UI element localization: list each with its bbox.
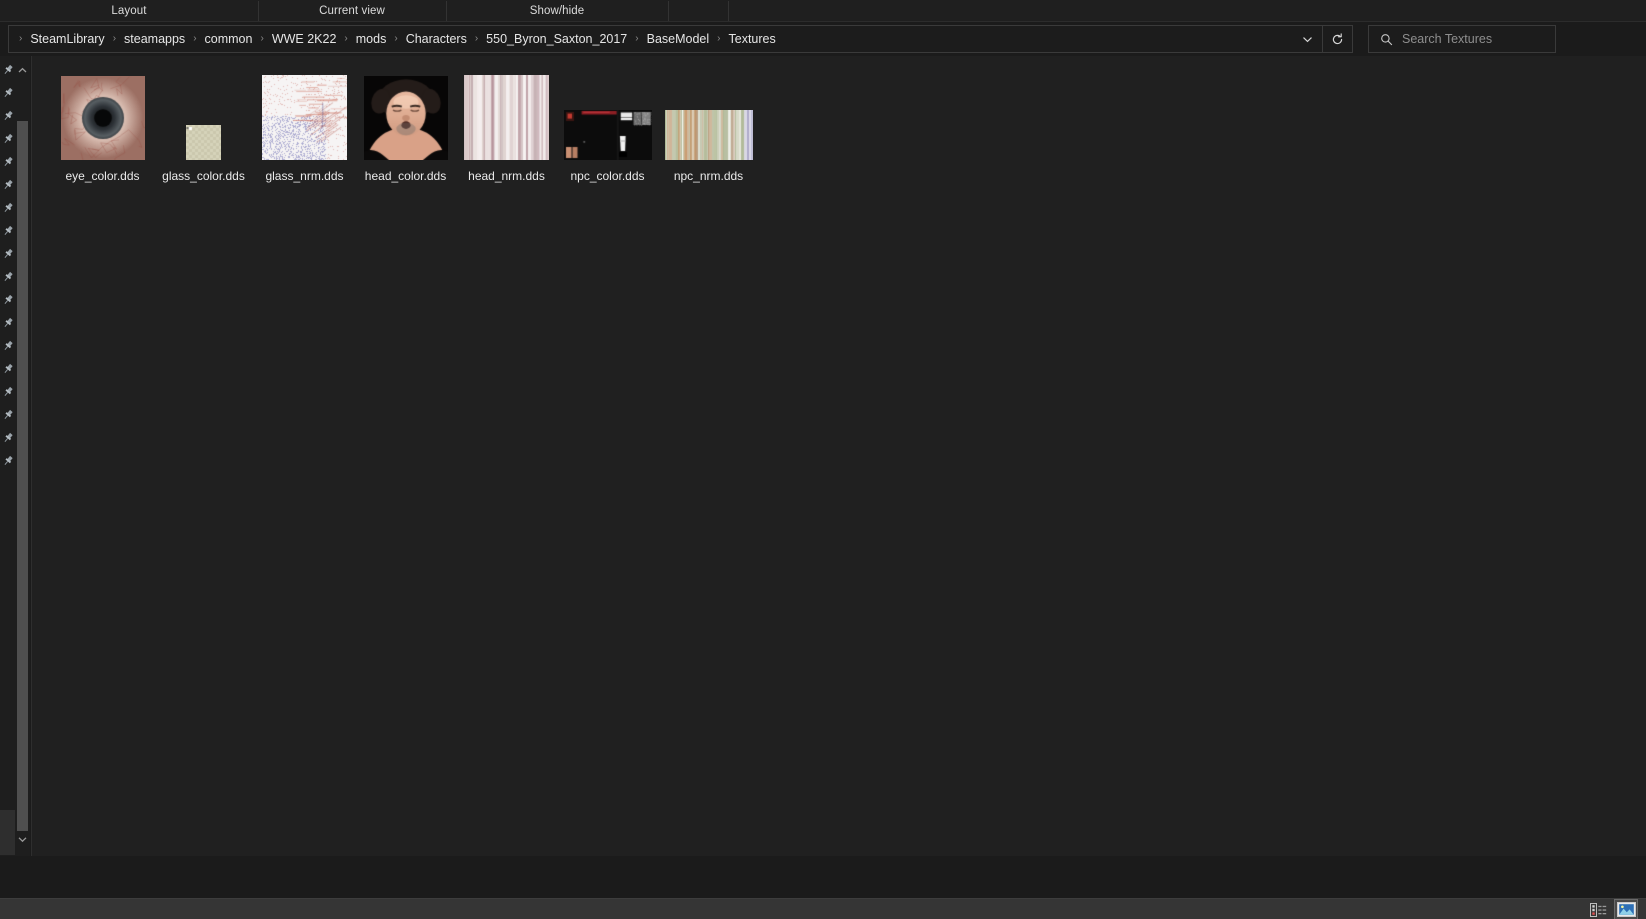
pin-icon[interactable]	[1, 385, 15, 399]
breadcrumb-chevron-icon[interactable]: ›	[711, 34, 726, 44]
chevron-down-icon[interactable]	[1292, 26, 1322, 52]
pin-icon[interactable]	[1, 339, 15, 353]
file-list-view[interactable]: eye_color.dds glass_color.dds glass_nrm.dd…	[32, 56, 1646, 856]
ribbon-separator	[446, 1, 447, 21]
file-name-label[interactable]: head_color.dds	[362, 168, 449, 184]
file-name-label[interactable]: eye_color.dds	[62, 168, 142, 184]
file-name-label[interactable]: head_nrm.dds	[465, 168, 548, 184]
view-mode-buttons	[1586, 899, 1638, 919]
glass-normal-thumbnail[interactable]	[257, 64, 353, 160]
head-normal-thumbnail[interactable]	[459, 64, 555, 160]
pin-icon[interactable]	[1, 178, 15, 192]
search-icon	[1380, 33, 1393, 46]
refresh-icon[interactable]	[1322, 26, 1352, 52]
pin-icon[interactable]	[1, 293, 15, 307]
breadcrumb-address-bar[interactable]: › SteamLibrary › steamapps › common › WWE 2K22 ›…	[8, 25, 1353, 53]
file-item[interactable]: glass_nrm.dds	[254, 64, 355, 184]
file-item[interactable]: npc_nrm.dds	[658, 64, 759, 184]
scrollbar-thumb[interactable]	[17, 121, 28, 831]
file-grid: eye_color.dds glass_color.dds glass_nrm.dd…	[52, 64, 759, 184]
ribbon-group-current-view: Current view	[319, 5, 385, 17]
breadcrumb-item-7[interactable]: BaseModel	[645, 29, 712, 49]
large-icons-view-icon[interactable]	[1614, 899, 1638, 919]
file-item[interactable]: npc_color.dds	[557, 64, 658, 184]
pin-icon[interactable]	[1, 132, 15, 146]
pin-icon[interactable]	[1, 454, 15, 468]
navigation-pane-footer	[0, 810, 15, 855]
breadcrumb-item-6[interactable]: 550_Byron_Saxton_2017	[484, 29, 629, 49]
pin-icon[interactable]	[1, 201, 15, 215]
file-name-label[interactable]: npc_color.dds	[567, 168, 647, 184]
pin-icon[interactable]	[1, 316, 15, 330]
chevron-down-icon[interactable]	[15, 831, 30, 847]
breadcrumb-item-8[interactable]: Textures	[727, 29, 778, 49]
ribbon-group-show-hide: Show/hide	[529, 5, 585, 17]
glass-texture-thumbnail[interactable]	[156, 64, 252, 160]
file-item[interactable]: head_nrm.dds	[456, 64, 557, 184]
breadcrumb-chevron-icon[interactable]: ›	[629, 34, 644, 44]
breadcrumb-chevron-icon[interactable]: ›	[13, 34, 28, 44]
navigation-pane-scrollbar[interactable]	[15, 56, 30, 856]
breadcrumb-item-5[interactable]: Characters	[404, 29, 469, 49]
ribbon-separator	[728, 1, 729, 21]
breadcrumb-chevron-icon[interactable]: ›	[469, 34, 484, 44]
head-texture-thumbnail[interactable]	[358, 64, 454, 160]
breadcrumb-item-4[interactable]: mods	[354, 29, 389, 49]
pin-icon[interactable]	[1, 431, 15, 445]
file-item[interactable]: head_color.dds	[355, 64, 456, 184]
details-view-icon[interactable]	[1586, 899, 1610, 919]
ribbon-separator	[258, 1, 259, 21]
breadcrumb-chevron-icon[interactable]: ›	[388, 34, 403, 44]
file-item[interactable]: eye_color.dds	[52, 64, 153, 184]
chevron-up-icon[interactable]	[15, 62, 30, 78]
breadcrumb-item-3[interactable]: WWE 2K22	[270, 29, 339, 49]
breadcrumb-chevron-icon[interactable]: ›	[338, 34, 353, 44]
eye-texture-thumbnail[interactable]	[55, 64, 151, 160]
breadcrumb-chevron-icon[interactable]: ›	[187, 34, 202, 44]
file-name-label[interactable]: glass_nrm.dds	[262, 168, 346, 184]
breadcrumb-chevron-icon[interactable]: ›	[107, 34, 122, 44]
pin-icon[interactable]	[1, 247, 15, 261]
pin-icon[interactable]	[1, 155, 15, 169]
npc-texture-thumbnail[interactable]	[560, 64, 656, 160]
status-bar	[0, 898, 1646, 919]
pin-icon[interactable]	[1, 86, 15, 100]
ribbon-separator	[668, 1, 669, 21]
breadcrumb-chevron-icon[interactable]: ›	[254, 34, 269, 44]
search-input[interactable]: Search Textures	[1402, 32, 1492, 46]
pin-icon[interactable]	[1, 109, 15, 123]
pin-icon[interactable]	[1, 63, 15, 77]
breadcrumb-item-1[interactable]: steamapps	[122, 29, 187, 49]
file-name-label[interactable]: npc_nrm.dds	[671, 168, 746, 184]
breadcrumb-item-2[interactable]: common	[203, 29, 255, 49]
breadcrumb-item-0[interactable]: SteamLibrary	[28, 29, 106, 49]
pin-icon[interactable]	[1, 362, 15, 376]
pin-icon[interactable]	[1, 224, 15, 238]
npc-normal-thumbnail[interactable]	[661, 64, 757, 160]
file-item[interactable]: glass_color.dds	[153, 64, 254, 184]
pin-icon[interactable]	[1, 270, 15, 284]
file-name-label[interactable]: glass_color.dds	[159, 168, 248, 184]
address-bar-row: › SteamLibrary › steamapps › common › WWE 2K22 ›…	[0, 23, 1646, 55]
ribbon-group-layout: Layout	[111, 5, 147, 17]
ribbon-group-labels: Layout Current view Show/hide	[0, 0, 1646, 22]
pin-icon[interactable]	[1, 408, 15, 422]
search-box[interactable]: Search Textures	[1368, 25, 1556, 53]
navigation-pin-rail	[0, 56, 15, 856]
